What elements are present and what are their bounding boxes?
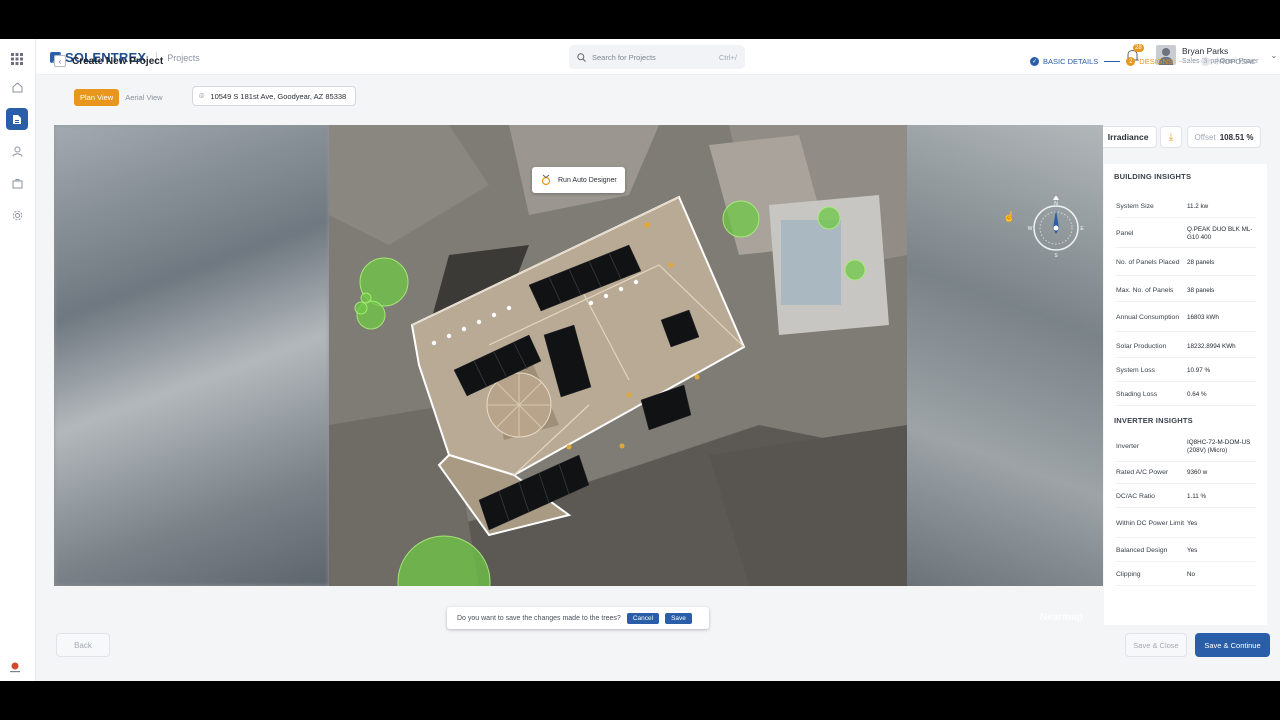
save-button[interactable]: Save <box>665 612 692 624</box>
compass-icon[interactable]: N S E W <box>1024 196 1088 260</box>
home-icon[interactable] <box>6 76 28 98</box>
offset-display: Offset 108.51 % <box>1187 126 1261 148</box>
download-icon[interactable]: ⤓ <box>1160 126 1182 148</box>
step-number: 2 <box>1126 57 1136 66</box>
step-label: PROPOSAL <box>1214 57 1256 66</box>
location-pin-icon: ⌾ <box>199 90 205 101</box>
svg-text:N: N <box>1054 201 1058 207</box>
insight-row: DC/AC Ratio 1.11 % <box>1116 486 1256 508</box>
page-title: Create New Project <box>72 56 164 67</box>
settings-gear-icon[interactable] <box>6 204 28 226</box>
svg-text:S: S <box>1054 253 1058 259</box>
step-number: 3 <box>1201 57 1211 66</box>
insight-row: Within DC Power Limit Yes <box>1116 510 1256 538</box>
insight-row: No. of Panels Placed 28 panels <box>1116 250 1256 276</box>
breadcrumb-projects[interactable]: Projects <box>167 53 200 63</box>
app-screen: SOLENTREX Projects Search for Projects C… <box>0 39 1280 681</box>
user-name: Bryan Parks <box>1182 45 1229 56</box>
offset-value: 108.51 % <box>1219 132 1254 142</box>
building-insights-title: BUILDING INSIGHTS <box>1114 172 1192 181</box>
run-auto-designer-button[interactable]: Run Auto Designer <box>532 167 625 193</box>
inverter-insights-title: INVERTER INSIGHTS <box>1114 416 1193 425</box>
insight-row: Inverter IQ8HC-72-M-DOM-US (208V) (Micro) <box>1116 432 1256 462</box>
back-button[interactable]: Back <box>56 633 110 657</box>
insight-row: Panel Q.PEAK DUO BLK ML-G10 400 <box>1116 220 1256 248</box>
auto-designer-icon <box>541 174 551 186</box>
step-connector <box>1179 60 1196 63</box>
address-text: 10549 S 181st Ave, Goodyear, AZ 85338 <box>210 91 347 101</box>
save-close-button[interactable]: Save & Close <box>1125 633 1187 657</box>
confirm-question: Do you want to save the changes made to … <box>457 614 621 622</box>
step-connector <box>1104 60 1121 63</box>
step-label: DESIGNS <box>1139 57 1174 66</box>
insight-row: System Loss 10.97 % <box>1116 360 1256 382</box>
search-placeholder: Search for Projects <box>592 52 656 62</box>
notification-count-badge: 28 <box>1133 44 1144 52</box>
plan-view-tab[interactable]: Plan View <box>74 89 120 106</box>
insight-row: Annual Consumption 16803 kWh <box>1116 304 1256 332</box>
save-continue-button[interactable]: Save & Continue <box>1195 633 1270 657</box>
auto-designer-label: Run Auto Designer <box>558 176 617 184</box>
search-input[interactable]: Search for Projects Ctrl+/ <box>569 45 745 69</box>
progress-stepper: ✓ BASIC DETAILS 2 DESIGNS 3 PROPOSAL <box>1030 57 1255 66</box>
step-label: BASIC DETAILS <box>1043 57 1099 66</box>
back-arrow-icon[interactable]: ‹ <box>54 55 66 67</box>
step-designs[interactable]: 2 DESIGNS <box>1126 57 1173 66</box>
offset-label: Offset <box>1194 132 1216 142</box>
aerial-view-tab[interactable]: Aerial View <box>119 89 168 106</box>
pointer-cursor-icon: ☝ <box>1003 212 1016 223</box>
irradiance-label: Irradiance <box>1107 132 1149 142</box>
apps-grid-icon[interactable] <box>6 48 28 70</box>
svg-text:W: W <box>1028 226 1033 232</box>
aerial-blur-right <box>907 125 1103 586</box>
map-canvas[interactable] <box>54 125 1103 586</box>
insight-row: Balanced Design Yes <box>1116 540 1256 562</box>
insight-row: System Size 11.2 kw <box>1116 196 1256 218</box>
projects-icon[interactable] <box>6 108 28 130</box>
step-proposal[interactable]: 3 PROPOSAL <box>1201 57 1255 66</box>
cancel-button[interactable]: Cancel <box>626 612 660 624</box>
insight-row: Solar Production 18232.8994 KWh <box>1116 336 1256 358</box>
search-shortcut: Ctrl+/ <box>718 52 737 62</box>
nearmap-watermark: Nearmap <box>1040 612 1083 623</box>
svg-text:E: E <box>1080 226 1084 232</box>
user-icon[interactable] <box>6 140 28 162</box>
insight-row: Shading Loss 0.64 % <box>1116 384 1256 406</box>
step-basic-details[interactable]: ✓ BASIC DETAILS <box>1030 57 1098 66</box>
save-trees-confirm-bar: Do you want to save the changes made to … <box>447 607 709 629</box>
satellite-tile <box>329 125 907 586</box>
briefcase-icon[interactable] <box>6 172 28 194</box>
insight-row: Max. No. of Panels 38 panels <box>1116 280 1256 302</box>
aerial-blur-left <box>54 125 329 586</box>
insight-row: Rated A/C Power 9360 w <box>1116 462 1256 484</box>
search-icon <box>577 52 586 62</box>
insight-row: Clipping No <box>1116 564 1256 586</box>
insights-panel: BUILDING INSIGHTS System Size 11.2 kw Pan… <box>1104 164 1267 625</box>
address-field[interactable]: ⌾ 10549 S 181st Ave, Goodyear, AZ 85338 <box>192 86 356 106</box>
left-rail <box>0 39 36 681</box>
company-logo-icon <box>10 662 20 673</box>
roof-plan-svg <box>329 125 907 586</box>
view-toggle: Plan View Aerial View <box>74 89 169 106</box>
step-check-icon: ✓ <box>1030 57 1039 66</box>
chevron-down-icon: ⌄ <box>1270 50 1278 60</box>
